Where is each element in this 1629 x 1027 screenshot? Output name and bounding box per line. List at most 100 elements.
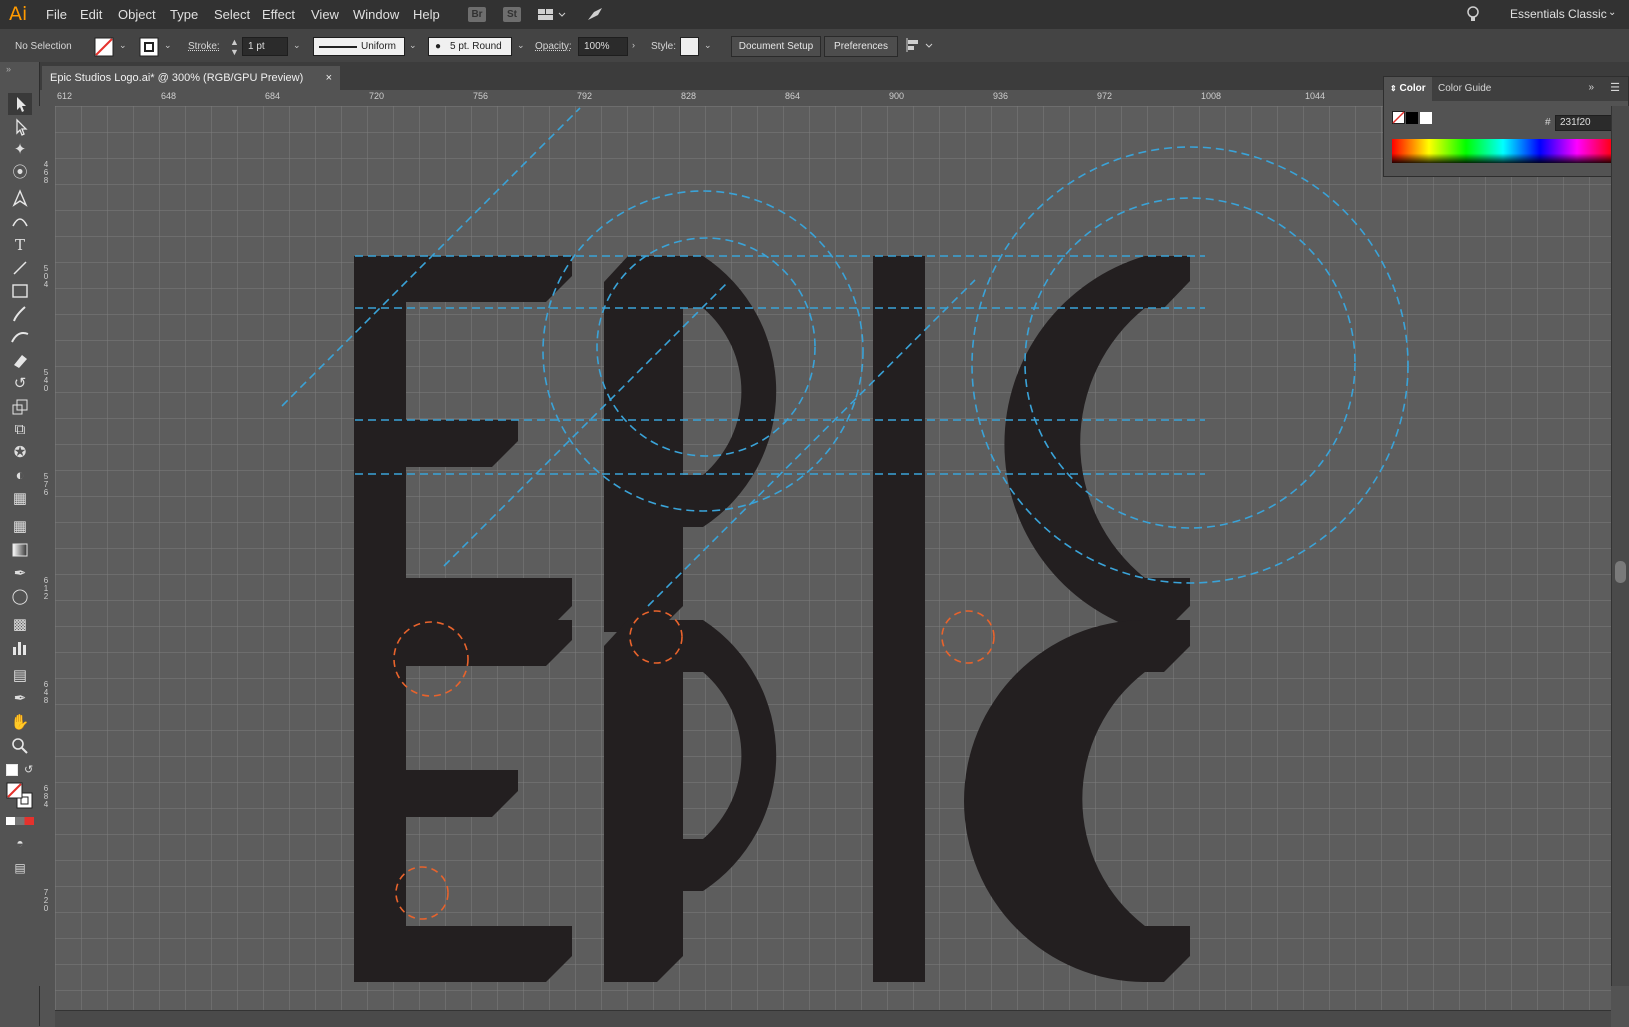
direct-selection-tool-icon[interactable] bbox=[8, 116, 32, 138]
stroke-stepper-icon[interactable]: ▲ ▼ bbox=[230, 37, 239, 57]
scale-tool-icon[interactable] bbox=[8, 396, 32, 418]
chevron-down-icon[interactable]: ⌄ bbox=[1608, 7, 1616, 18]
stroke-weight-input[interactable]: 1 pt bbox=[242, 37, 288, 56]
menu-object[interactable]: Object bbox=[118, 7, 156, 22]
symbol-sprayer-tool-icon[interactable]: ▩ bbox=[8, 614, 32, 636]
paintbrush-tool-icon[interactable] bbox=[8, 303, 32, 325]
pen-tool-icon[interactable] bbox=[8, 187, 32, 209]
menu-view[interactable]: View bbox=[311, 7, 339, 22]
shaper-tool-icon[interactable] bbox=[8, 326, 32, 348]
menu-file[interactable]: File bbox=[46, 7, 67, 22]
none-black-white-swatches[interactable] bbox=[1392, 111, 1434, 125]
opacity-input[interactable]: 100% bbox=[578, 37, 628, 56]
magic-wand-tool-icon[interactable]: ✦ bbox=[8, 139, 32, 161]
color-mode-buttons[interactable] bbox=[6, 817, 34, 825]
color-spectrum-picker[interactable] bbox=[1392, 139, 1614, 163]
tab-color-guide[interactable]: Color Guide bbox=[1432, 77, 1497, 101]
artboard-tool-icon[interactable]: ▤ bbox=[8, 665, 32, 687]
fill-stroke-swatches[interactable] bbox=[6, 782, 34, 810]
letter-i-top[interactable] bbox=[873, 256, 925, 632]
opacity-arrow-icon[interactable]: › bbox=[632, 40, 635, 50]
stroke-profile-preview bbox=[319, 46, 357, 48]
zoom-tool-icon[interactable] bbox=[8, 735, 32, 757]
collapse-panel-arrows-icon[interactable]: » bbox=[1588, 82, 1594, 93]
default-fill-stroke-icon[interactable] bbox=[6, 764, 18, 776]
menu-window[interactable]: Window bbox=[353, 7, 399, 22]
lightbulb-icon[interactable] bbox=[1466, 5, 1480, 23]
line-segment-tool-icon[interactable] bbox=[8, 257, 32, 279]
column-graph-tool-icon[interactable] bbox=[8, 637, 32, 659]
gpu-performance-icon[interactable] bbox=[586, 6, 604, 22]
selection-tool-icon[interactable] bbox=[8, 93, 32, 115]
document-tab[interactable]: Epic Studios Logo.ai* @ 300% (RGB/GPU Pr… bbox=[42, 66, 340, 90]
slice-tool-icon[interactable]: ✒ bbox=[8, 688, 32, 710]
swap-fill-stroke-icon[interactable]: ↺ bbox=[24, 763, 33, 776]
style-chevron-icon[interactable]: ⌄ bbox=[704, 40, 712, 51]
puppet-warp-tool-icon[interactable]: ✪ bbox=[8, 442, 32, 464]
screen-mode-icon[interactable]: ▤ bbox=[8, 857, 32, 879]
eraser-tool-icon[interactable] bbox=[8, 349, 32, 371]
bridge-icon[interactable]: Br bbox=[468, 7, 486, 22]
artboard-canvas[interactable] bbox=[55, 106, 1611, 1010]
workspace-switcher[interactable]: Essentials Classic bbox=[1510, 7, 1607, 21]
letter-i-bottom[interactable] bbox=[873, 620, 925, 982]
eyedropper-tool-icon[interactable]: ✒ bbox=[8, 563, 32, 585]
document-setup-button[interactable]: Document Setup bbox=[731, 36, 821, 57]
stroke-weight-chevron-icon[interactable]: ⌄ bbox=[293, 40, 301, 51]
stroke-profile-chevron-icon[interactable]: ⌄ bbox=[409, 40, 417, 51]
menu-type[interactable]: Type bbox=[170, 7, 198, 22]
stroke-profile-label: Uniform bbox=[361, 41, 397, 52]
collapse-panel-icon[interactable]: » bbox=[6, 64, 11, 74]
ruler-label: 828 bbox=[681, 91, 697, 101]
menu-help[interactable]: Help bbox=[413, 7, 440, 22]
graphic-style-swatch[interactable] bbox=[680, 37, 699, 56]
stock-icon[interactable]: St bbox=[503, 7, 521, 22]
brush-chevron-icon[interactable]: ⌄ bbox=[517, 40, 525, 51]
rotate-tool-icon[interactable]: ↺ bbox=[8, 373, 32, 395]
stroke-dropdown-chevron-icon[interactable]: ⌄ bbox=[164, 40, 172, 51]
hex-label: # bbox=[1545, 117, 1551, 128]
close-tab-icon[interactable]: × bbox=[326, 66, 332, 90]
vertical-ruler: 468 504 540 576 612 648 684 720 bbox=[39, 106, 56, 986]
arrange-documents-icon[interactable] bbox=[537, 7, 567, 22]
ruler-label: 900 bbox=[889, 91, 905, 101]
shape-builder-tool-icon[interactable]: ◐ bbox=[8, 465, 32, 487]
color-panel: ⇕ Color Color Guide » ☰ # 231f20 bbox=[1383, 76, 1629, 177]
fill-dropdown-chevron-icon[interactable]: ⌄ bbox=[119, 40, 127, 51]
rectangle-tool-icon[interactable] bbox=[8, 280, 32, 302]
width-tool-icon[interactable]: ⧉ bbox=[8, 419, 32, 441]
illustrator-logo: Ai bbox=[9, 3, 28, 25]
hex-color-input[interactable]: 231f20 bbox=[1555, 115, 1615, 131]
brush-definition-select[interactable]: ● 5 pt. Round bbox=[428, 37, 512, 56]
draw-mode-icon[interactable]: ◓ bbox=[8, 832, 32, 854]
menu-edit[interactable]: Edit bbox=[80, 7, 102, 22]
align-panel-icon[interactable] bbox=[906, 38, 936, 54]
brush-dot-icon: ● bbox=[435, 41, 442, 52]
curvature-tool-icon[interactable] bbox=[8, 210, 32, 232]
stroke-profile-select[interactable]: Uniform bbox=[313, 37, 405, 56]
stroke-label[interactable]: Stroke: bbox=[188, 41, 220, 52]
blend-tool-icon[interactable]: ◯ bbox=[8, 586, 32, 608]
opacity-label[interactable]: Opacity: bbox=[535, 41, 572, 52]
panel-menu-icon[interactable]: ☰ bbox=[1610, 81, 1620, 94]
hand-tool-icon[interactable]: ✋ bbox=[8, 712, 32, 734]
ruler-label: 468 bbox=[43, 160, 49, 185]
mesh-tool-icon[interactable]: ▦ bbox=[8, 516, 32, 538]
ruler-label: 648 bbox=[161, 91, 177, 101]
vertical-scrollbar[interactable] bbox=[1611, 106, 1629, 986]
tab-color[interactable]: ⇕ Color bbox=[1384, 77, 1432, 101]
vertical-scroll-thumb[interactable] bbox=[1615, 561, 1626, 583]
horizontal-scrollbar[interactable] bbox=[55, 1010, 1611, 1027]
ruler-label: 720 bbox=[43, 888, 49, 913]
perspective-grid-tool-icon[interactable]: ▦ bbox=[8, 488, 32, 510]
stroke-swatch[interactable] bbox=[139, 37, 159, 57]
fill-swatch[interactable] bbox=[94, 37, 114, 57]
menu-select[interactable]: Select bbox=[214, 7, 250, 22]
preferences-button[interactable]: Preferences bbox=[824, 36, 898, 57]
ruler-label: 612 bbox=[43, 576, 49, 601]
lasso-tool-icon[interactable]: ⦿ bbox=[8, 162, 32, 184]
menu-effect[interactable]: Effect bbox=[262, 7, 295, 22]
gradient-tool-icon[interactable] bbox=[8, 539, 32, 561]
document-tab-title: Epic Studios Logo.ai* @ 300% (RGB/GPU Pr… bbox=[50, 72, 304, 84]
type-tool-icon[interactable]: T bbox=[8, 234, 32, 256]
